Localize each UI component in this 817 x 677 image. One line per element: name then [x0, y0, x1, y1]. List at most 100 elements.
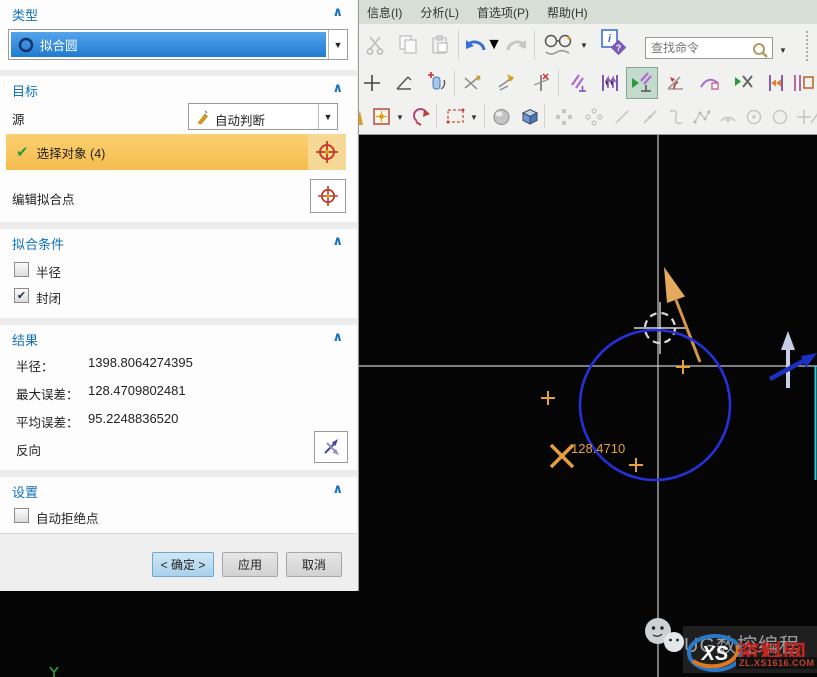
source-dropdown-value: 自动判断 [215, 110, 265, 129]
revolve-tool-icon[interactable] [422, 68, 450, 98]
extend-curve-icon[interactable] [494, 68, 522, 98]
result-avg-error-label: 平均误差： [16, 412, 79, 431]
menu-info[interactable]: 信息(I) [358, 1, 411, 24]
fit-circle-curve[interactable] [580, 330, 730, 480]
toolbar-area: ▼ ▼ i ? ▼ [358, 24, 817, 135]
point-constraint-icon[interactable] [596, 68, 624, 98]
radius-checkbox-label: 半径 [36, 262, 61, 281]
type-dropdown-arrow-icon[interactable]: ▼ [328, 30, 347, 59]
cut-icon[interactable] [362, 30, 390, 60]
redo-icon[interactable] [502, 30, 530, 60]
toolbar-grip[interactable] [806, 31, 808, 61]
snap-dropdown-icon[interactable]: ▼ [394, 102, 406, 132]
show-constraints-icon[interactable] [730, 68, 758, 98]
snap-slash-icon[interactable] [810, 102, 817, 132]
edit-fit-points-button[interactable] [310, 179, 346, 213]
parallel-constraint-icon[interactable] [564, 68, 592, 98]
source-dropdown-arrow-icon[interactable]: ▼ [318, 104, 337, 129]
scatter-points-2-icon[interactable] [580, 102, 608, 132]
profile-tool-icon[interactable] [390, 68, 418, 98]
select-objects-target-button[interactable] [308, 134, 346, 170]
undo-dropdown-icon[interactable]: ▼ [488, 30, 500, 60]
menu-preferences[interactable]: 首选项(P) [468, 1, 538, 24]
reverse-direction-button[interactable] [314, 431, 348, 463]
result-radius-label: 半径： [16, 356, 54, 375]
perpendicular-constraint-icon-active[interactable] [626, 67, 658, 99]
xs-logo-text: XS [701, 643, 729, 665]
angle-dimension-icon[interactable] [662, 68, 690, 98]
snap-midpoint-icon[interactable] [636, 102, 664, 132]
fit-curve-dialog: 类型 ∧ 拟合圆 ▼ 目标 ∧ 源 自动判断 ▼ ✔ 选择对象 (4) [0, 0, 359, 591]
reverse-arrows-icon [321, 437, 341, 457]
type-dropdown-value: 拟合圆 [40, 35, 78, 54]
cancel-button[interactable]: 取消 [286, 552, 342, 577]
scatter-points-icon[interactable] [550, 102, 578, 132]
collapse-icon[interactable]: ∧ [332, 80, 343, 96]
watermark-site-url: ZL.XS1616.COM [736, 657, 817, 669]
split-curve-icon[interactable] [528, 68, 556, 98]
tangent-constraint-icon[interactable] [696, 68, 724, 98]
fit-circle-icon [18, 37, 34, 53]
collapse-icon[interactable]: ∧ [332, 233, 343, 249]
information-window-icon[interactable]: i ? [596, 28, 630, 58]
section-result-title: 结果 [12, 330, 38, 349]
menu-help[interactable]: 帮助(H) [538, 1, 597, 24]
apply-button[interactable]: 应用 [222, 552, 278, 577]
section-settings-title: 设置 [12, 482, 38, 501]
menu-analysis[interactable]: 分析(L) [411, 1, 468, 24]
result-avg-error-value: 95.2248836520 [88, 411, 178, 426]
collapse-icon[interactable]: ∧ [332, 4, 343, 20]
result-radius-value: 1398.8064274395 [88, 355, 193, 370]
trim-curve-icon[interactable] [460, 68, 488, 98]
max-deviation-point-marker[interactable] [551, 445, 573, 467]
svg-text:?: ? [616, 43, 622, 53]
wechat-icon [641, 615, 687, 661]
wcs-y-axis-mark [50, 667, 58, 677]
snap-point-settings-icon[interactable] [368, 102, 396, 132]
type-dropdown[interactable]: 拟合圆 ▼ [8, 29, 348, 60]
symmetry-constraint-icon[interactable] [790, 68, 816, 98]
green-check-icon: ✔ [16, 143, 29, 161]
source-dropdown[interactable]: 自动判断 ▼ [188, 103, 338, 130]
result-max-error-label: 最大误差： [16, 384, 79, 403]
section-settings: 设置 ∧ 自动拒绝点 [0, 477, 357, 533]
collapse-icon[interactable]: ∧ [332, 481, 343, 497]
snap-circle-center-icon[interactable] [740, 102, 768, 132]
midpoint-constraint-icon[interactable] [762, 68, 790, 98]
fit-point-1 [541, 391, 555, 405]
auto-reject-checkbox[interactable] [14, 508, 29, 523]
search-dropdown-icon[interactable]: ▼ [776, 35, 790, 65]
snap-polyline-icon[interactable] [688, 102, 716, 132]
snap-endpoint-icon[interactable] [608, 102, 636, 132]
axis-arrow-light-blue [781, 331, 795, 388]
result-max-error-value: 128.4709802481 [88, 383, 186, 398]
point-tool-icon[interactable] [358, 68, 386, 98]
dialog-footer: < 确定 > 应用 取消 [0, 533, 357, 591]
snap-curve-icon[interactable] [662, 102, 690, 132]
section-type-title: 类型 [12, 5, 38, 24]
copy-icon[interactable] [394, 30, 422, 60]
section-conditions-title: 拟合条件 [12, 234, 64, 253]
closed-checkbox-label: 封闭 [36, 288, 61, 307]
ok-button[interactable]: < 确定 > [152, 552, 214, 577]
shaded-view-icon[interactable] [488, 102, 516, 132]
direction-arrow[interactable] [664, 267, 700, 362]
shaded-box-view-icon[interactable] [516, 102, 544, 132]
rotate-view-icon[interactable] [408, 102, 436, 132]
rectangle-select-icon[interactable] [442, 102, 470, 132]
menu-bar: 信息(I) 分析(L) 首选项(P) 帮助(H) [358, 0, 817, 24]
select-dropdown-icon[interactable]: ▼ [468, 102, 480, 132]
select-objects-row[interactable]: ✔ 选择对象 (4) [6, 134, 308, 170]
search-icon[interactable] [748, 35, 772, 65]
radius-checkbox[interactable] [14, 262, 29, 277]
crosshair-target-icon [315, 140, 339, 164]
collapse-icon[interactable]: ∧ [332, 329, 343, 345]
closed-checkbox[interactable]: ✔ [14, 288, 29, 303]
finder-dropdown-icon[interactable]: ▼ [578, 30, 590, 60]
infer-icon [195, 109, 209, 125]
edit-fit-points-label: 编辑拟合点 [12, 189, 75, 208]
snap-arc-center-icon[interactable] [714, 102, 742, 132]
select-objects-label: 选择对象 (4) [37, 143, 106, 162]
paste-icon[interactable] [426, 30, 454, 60]
command-finder-icon[interactable] [540, 30, 576, 60]
